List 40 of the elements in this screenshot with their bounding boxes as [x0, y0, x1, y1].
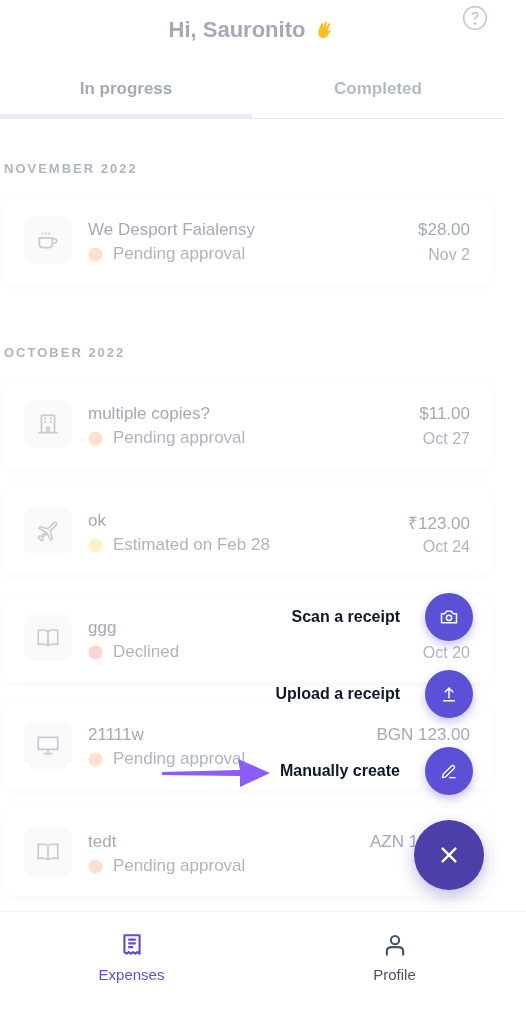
nav-tab[interactable]: Profile [263, 912, 526, 1015]
expense-date: Nov 2 [428, 246, 470, 264]
upload-receipt-button[interactable] [425, 670, 473, 718]
menu-label[interactable]: Scan a receipt [291, 608, 400, 626]
nav-tab[interactable]: Expenses [0, 912, 263, 1015]
greeting-title: Hi, Sauronito [168, 17, 306, 43]
expense-amount: $28.00 [418, 220, 470, 240]
expense-card[interactable]: ok Estimated on Feb 28 ₹123.00 Oct 24 [2, 487, 492, 575]
expense-name: We Desport Faialensy [88, 220, 255, 240]
scan-receipt-button[interactable] [425, 593, 473, 641]
status-text: Pending approval [113, 428, 246, 448]
expense-name: multiple copies? [88, 404, 210, 424]
status-text: Pending approval [113, 749, 246, 769]
tab[interactable]: In progress [0, 64, 252, 118]
expense-amount: BGN 123.00 [376, 725, 470, 745]
menu-label[interactable]: Manually create [279, 762, 400, 780]
close-button[interactable] [414, 820, 484, 890]
expense-name: 21111w [88, 725, 144, 745]
month-heading: OCTOBER 2022 [3, 345, 127, 360]
status-text: Declined [113, 642, 180, 662]
expense-card[interactable]: We Desport Faialensy Pending approval $28.00 Nov 2 [2, 196, 492, 284]
expense-name: ggg [88, 618, 117, 638]
status-text: Estimated on Feb 28 [113, 535, 270, 555]
expense-amount: AZN 1 [370, 832, 419, 852]
status-text: Pending approval [113, 856, 246, 876]
expense-date: Oct 27 [422, 430, 470, 448]
expense-amount: ₹123.00 [408, 513, 470, 534]
expense-name: ok [88, 511, 106, 531]
manual-create-button[interactable] [425, 747, 473, 795]
menu-label[interactable]: Upload a receipt [275, 685, 400, 703]
expense-card[interactable]: multiple copies? Pending approval $11.00 Oct 27 [2, 380, 492, 468]
camera-icon [439, 607, 459, 627]
tab[interactable]: Completed [252, 64, 504, 118]
expense-date: Oct 20 [422, 644, 470, 662]
close-icon [438, 844, 460, 866]
expense-amount: $11.00 [419, 404, 470, 424]
expense-name: tedt [88, 832, 117, 852]
status-text: Pending approval [113, 244, 246, 264]
month-heading: NOVEMBER 2022 [3, 161, 139, 176]
expense-date: Oct 24 [422, 538, 470, 556]
